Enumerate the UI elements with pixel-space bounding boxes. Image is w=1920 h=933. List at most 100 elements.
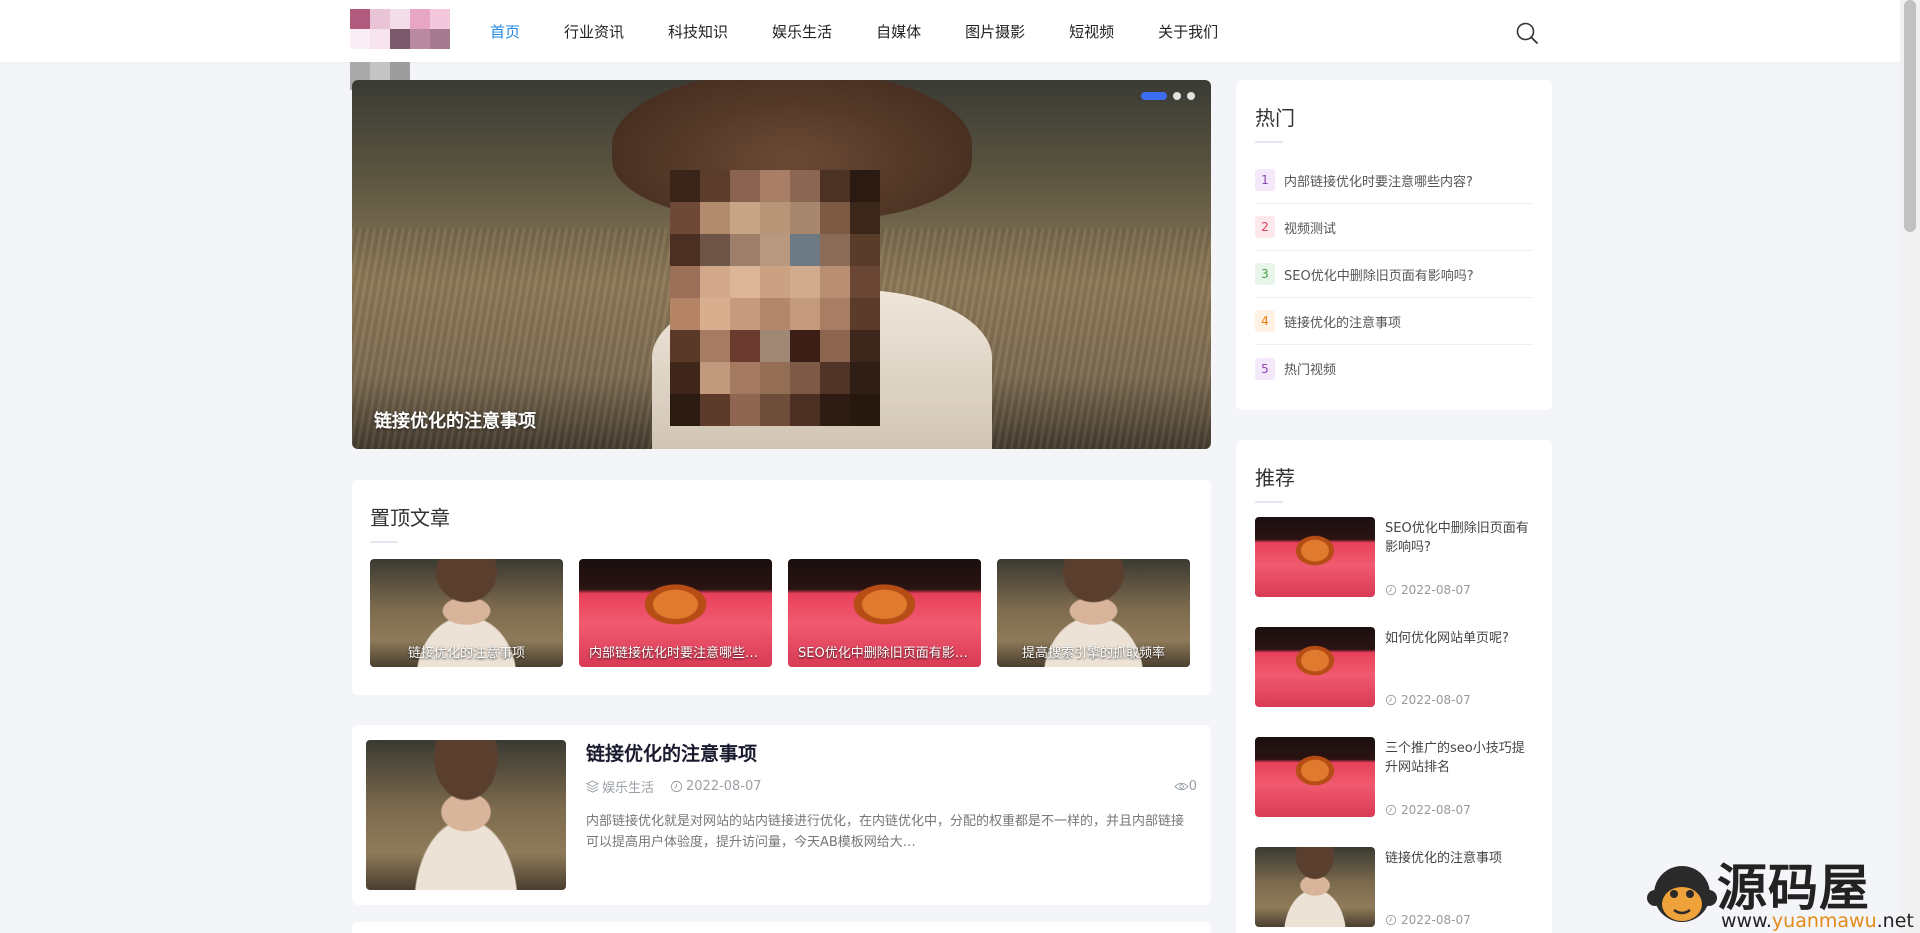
pinned-item-caption: 提高搜索引擎的抓取频率 <box>1021 646 1165 661</box>
recommend-date-label: 2022-08-07 <box>1401 803 1471 817</box>
hot-list: 1 内部链接优化时要注意哪些内容? 2 视频测试 3 SEO优化中删除旧页面有影… <box>1255 157 1533 392</box>
eye-icon <box>1174 782 1189 791</box>
post-meta: 娱乐生活 2022-08-07 0 <box>586 777 1197 796</box>
clock-icon <box>1385 694 1397 706</box>
title-underline <box>370 541 398 543</box>
rank-badge: 5 <box>1255 357 1275 380</box>
watermark-url-prefix: www. <box>1721 910 1772 932</box>
recommend-thumbnail[interactable] <box>1255 737 1375 817</box>
hot-item-text: 热门视频 <box>1284 363 1337 378</box>
layers-icon <box>586 780 599 793</box>
hot-item-text: SEO优化中删除旧页面有影响吗? <box>1284 268 1474 284</box>
hot-item[interactable]: 1 内部链接优化时要注意哪些内容? <box>1255 157 1533 204</box>
post-category[interactable]: 娱乐生活 <box>586 777 654 796</box>
post-title[interactable]: 链接优化的注意事项 <box>586 739 757 766</box>
rank-badge: 4 <box>1255 310 1275 332</box>
hot-item-text: 链接优化的注意事项 <box>1284 315 1402 331</box>
site-logo[interactable] <box>350 9 450 49</box>
pinned-item[interactable]: 链接优化的注意事项 <box>370 559 563 667</box>
page-scrollbar[interactable] <box>1900 0 1920 933</box>
recommend-item-title[interactable]: 如何优化网站单页呢? <box>1385 627 1533 648</box>
watermark-url-suffix: .net <box>1876 910 1914 932</box>
recommend-item-date: 2022-08-07 <box>1385 583 1471 597</box>
nav-item-tech[interactable]: 科技知识 <box>668 21 728 42</box>
nav-item-home[interactable]: 首页 <box>490 21 520 42</box>
nav-item-industry-news[interactable]: 行业资讯 <box>564 21 624 42</box>
watermark: 源码屋 www.yuanmawu.net <box>1645 850 1914 933</box>
nav-item-short-video[interactable]: 短视频 <box>1069 21 1114 42</box>
nav-item-about[interactable]: 关于我们 <box>1158 21 1218 42</box>
recommend-item-date: 2022-08-07 <box>1385 803 1471 817</box>
post-card: 链接优化的注意事项 娱乐生活 2022-08-07 0 内部链接优化就是对网站的… <box>352 725 1211 905</box>
main-nav: 首页 行业资讯 科技知识 娱乐生活 自媒体 图片摄影 短视频 关于我们 <box>490 0 1262 62</box>
nav-item-entertainment[interactable]: 娱乐生活 <box>772 21 832 42</box>
post-date: 2022-08-07 <box>670 779 762 794</box>
recommend-date-label: 2022-08-07 <box>1401 693 1471 707</box>
recommend-date-label: 2022-08-07 <box>1401 583 1471 597</box>
clock-icon <box>1385 914 1397 926</box>
recommend-item[interactable]: 如何优化网站单页呢? 2022-08-07 <box>1255 627 1533 737</box>
post-views: 0 <box>1174 779 1197 794</box>
hot-item[interactable]: 4 链接优化的注意事项 <box>1255 298 1533 345</box>
watermark-url: www.yuanmawu.net <box>1721 910 1914 932</box>
pinned-item[interactable]: SEO优化中删除旧页面有影响吗? <box>788 559 981 667</box>
recommend-item-title[interactable]: 链接优化的注意事项 <box>1385 847 1533 868</box>
watermark-url-mid: yuanmawu <box>1771 910 1877 932</box>
post-excerpt: 内部链接优化就是对网站的站内链接进行优化，在内链优化中，分配的权重都是不一样的，… <box>586 814 1185 850</box>
pinned-articles-card: 置顶文章 链接优化的注意事项 内部链接优化时要注意哪些内容? SEO优化中删除旧… <box>352 480 1211 695</box>
recommend-title: 推荐 <box>1255 466 1295 490</box>
recommend-date-label: 2022-08-07 <box>1401 913 1471 927</box>
recommend-item-title[interactable]: SEO优化中删除旧页面有影响吗? <box>1385 517 1533 557</box>
slider-caption[interactable]: 链接优化的注意事项 <box>374 407 536 433</box>
recommend-item-date: 2022-08-07 <box>1385 913 1471 927</box>
nav-item-self-media[interactable]: 自媒体 <box>876 21 921 42</box>
recommend-thumbnail[interactable] <box>1255 517 1375 597</box>
recommend-item[interactable]: 三个推广的seo小技巧提升网站排名 2022-08-07 <box>1255 737 1533 847</box>
slider-dot-2[interactable] <box>1173 92 1181 100</box>
title-underline <box>1255 501 1283 503</box>
pinned-item[interactable]: 提高搜索引擎的抓取频率 <box>997 559 1190 667</box>
rank-badge: 1 <box>1255 169 1275 191</box>
pinned-title: 置顶文章 <box>370 506 450 530</box>
next-post-card <box>352 922 1211 933</box>
hot-widget: 热门 1 内部链接优化时要注意哪些内容? 2 视频测试 3 SEO优化中删除旧页… <box>1236 80 1552 410</box>
recommend-thumbnail[interactable] <box>1255 627 1375 707</box>
monkey-logo-icon <box>1647 866 1717 922</box>
site-header: 首页 行业资讯 科技知识 娱乐生活 自媒体 图片摄影 短视频 关于我们 <box>0 0 1900 62</box>
nav-item-photography[interactable]: 图片摄影 <box>965 21 1025 42</box>
post-thumbnail[interactable] <box>366 740 566 890</box>
hot-item-text: 视频测试 <box>1284 221 1337 237</box>
recommend-item[interactable]: 链接优化的注意事项 2022-08-07 <box>1255 847 1533 933</box>
clock-icon <box>670 780 683 793</box>
pinned-item-caption: 链接优化的注意事项 <box>407 646 525 661</box>
post-category-label: 娱乐生活 <box>602 781 655 796</box>
pinned-list: 链接优化的注意事项 内部链接优化时要注意哪些内容? SEO优化中删除旧页面有影响… <box>370 559 1193 667</box>
recommend-item-title[interactable]: 三个推广的seo小技巧提升网站排名 <box>1385 737 1533 777</box>
hero-figure-face-pixelated <box>670 170 880 426</box>
recommend-thumbnail[interactable] <box>1255 847 1375 927</box>
recommend-item-date: 2022-08-07 <box>1385 693 1471 707</box>
rank-badge: 3 <box>1255 263 1275 285</box>
recommend-widget: 推荐 SEO优化中删除旧页面有影响吗? 2022-08-07 如何优化网站单页呢… <box>1236 440 1552 933</box>
recommend-item[interactable]: SEO优化中删除旧页面有影响吗? 2022-08-07 <box>1255 517 1533 627</box>
hot-item-text: 内部链接优化时要注意哪些内容? <box>1284 174 1473 190</box>
rank-badge: 2 <box>1255 216 1275 238</box>
slider-dot-1[interactable] <box>1141 92 1167 100</box>
pinned-item[interactable]: 内部链接优化时要注意哪些内容? <box>579 559 772 667</box>
post-date-label: 2022-08-07 <box>686 779 762 794</box>
clock-icon <box>1385 804 1397 816</box>
hot-item[interactable]: 5 热门视频 <box>1255 345 1533 392</box>
hot-item[interactable]: 2 视频测试 <box>1255 204 1533 251</box>
title-underline <box>1255 141 1283 143</box>
clock-icon <box>1385 584 1397 596</box>
post-views-count: 0 <box>1188 779 1197 794</box>
pinned-item-caption: SEO优化中删除旧页面有影响吗? <box>798 646 981 661</box>
hot-title: 热门 <box>1255 106 1295 130</box>
scrollbar-thumb[interactable] <box>1904 0 1916 232</box>
search-icon[interactable] <box>1515 21 1539 45</box>
hero-slider[interactable]: 链接优化的注意事项 <box>352 80 1211 449</box>
slider-dot-3[interactable] <box>1187 92 1195 100</box>
recommend-list: SEO优化中删除旧页面有影响吗? 2022-08-07 如何优化网站单页呢? 2… <box>1255 517 1533 933</box>
hot-item[interactable]: 3 SEO优化中删除旧页面有影响吗? <box>1255 251 1533 298</box>
pinned-item-caption: 内部链接优化时要注意哪些内容? <box>589 646 772 661</box>
